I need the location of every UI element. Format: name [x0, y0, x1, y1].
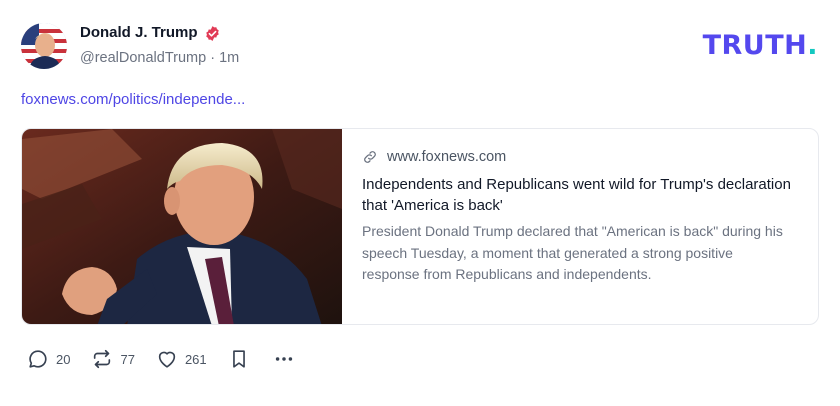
- avatar[interactable]: [21, 23, 67, 69]
- author-name[interactable]: Donald J. Trump: [80, 24, 198, 41]
- retruth-button[interactable]: 77: [91, 348, 135, 370]
- link-preview-card[interactable]: www.foxnews.com Independents and Republi…: [21, 128, 819, 325]
- avatar-image: [21, 23, 67, 69]
- post-time[interactable]: 1m: [219, 50, 239, 66]
- post-link[interactable]: foxnews.com/politics/independe...: [21, 91, 245, 108]
- truth-post: Donald J. Trump @realDonaldTrump · 1m TR…: [0, 0, 840, 406]
- meta-separator: ·: [210, 50, 216, 66]
- reply-count: 20: [56, 351, 71, 367]
- reply-icon: [29, 350, 47, 368]
- like-count: 261: [184, 351, 207, 367]
- author-meta: @realDonaldTrump · 1m: [80, 50, 239, 66]
- like-button[interactable]: 261: [156, 348, 207, 370]
- author-handle[interactable]: @realDonaldTrump: [80, 50, 206, 66]
- verified-badge-icon: [206, 26, 219, 41]
- more-icon: [275, 357, 292, 361]
- card-body: www.foxnews.com Independents and Republi…: [362, 147, 792, 286]
- brand-name: TRUTH: [702, 30, 808, 61]
- card-domain-row: www.foxnews.com: [362, 147, 792, 167]
- card-description: President Donald Trump declared that "Am…: [362, 223, 783, 282]
- retruth-count: 77: [120, 351, 135, 367]
- bookmark-icon: [232, 350, 245, 368]
- bookmark-button[interactable]: [228, 348, 250, 370]
- card-image: [22, 129, 342, 324]
- heart-icon: [158, 351, 176, 368]
- retruth-icon: [94, 349, 111, 369]
- card-domain: www.foxnews.com: [387, 149, 507, 165]
- link-icon: [364, 151, 376, 163]
- truth-logo[interactable]: TRUTH.: [703, 30, 818, 61]
- card-title: Independents and Republicans went wild f…: [362, 176, 791, 214]
- card-photo: [22, 129, 342, 324]
- reply-button[interactable]: 20: [27, 348, 70, 370]
- post-actions: 20 77 261: [27, 346, 316, 372]
- more-button[interactable]: [273, 348, 295, 370]
- brand-dot: .: [807, 30, 818, 61]
